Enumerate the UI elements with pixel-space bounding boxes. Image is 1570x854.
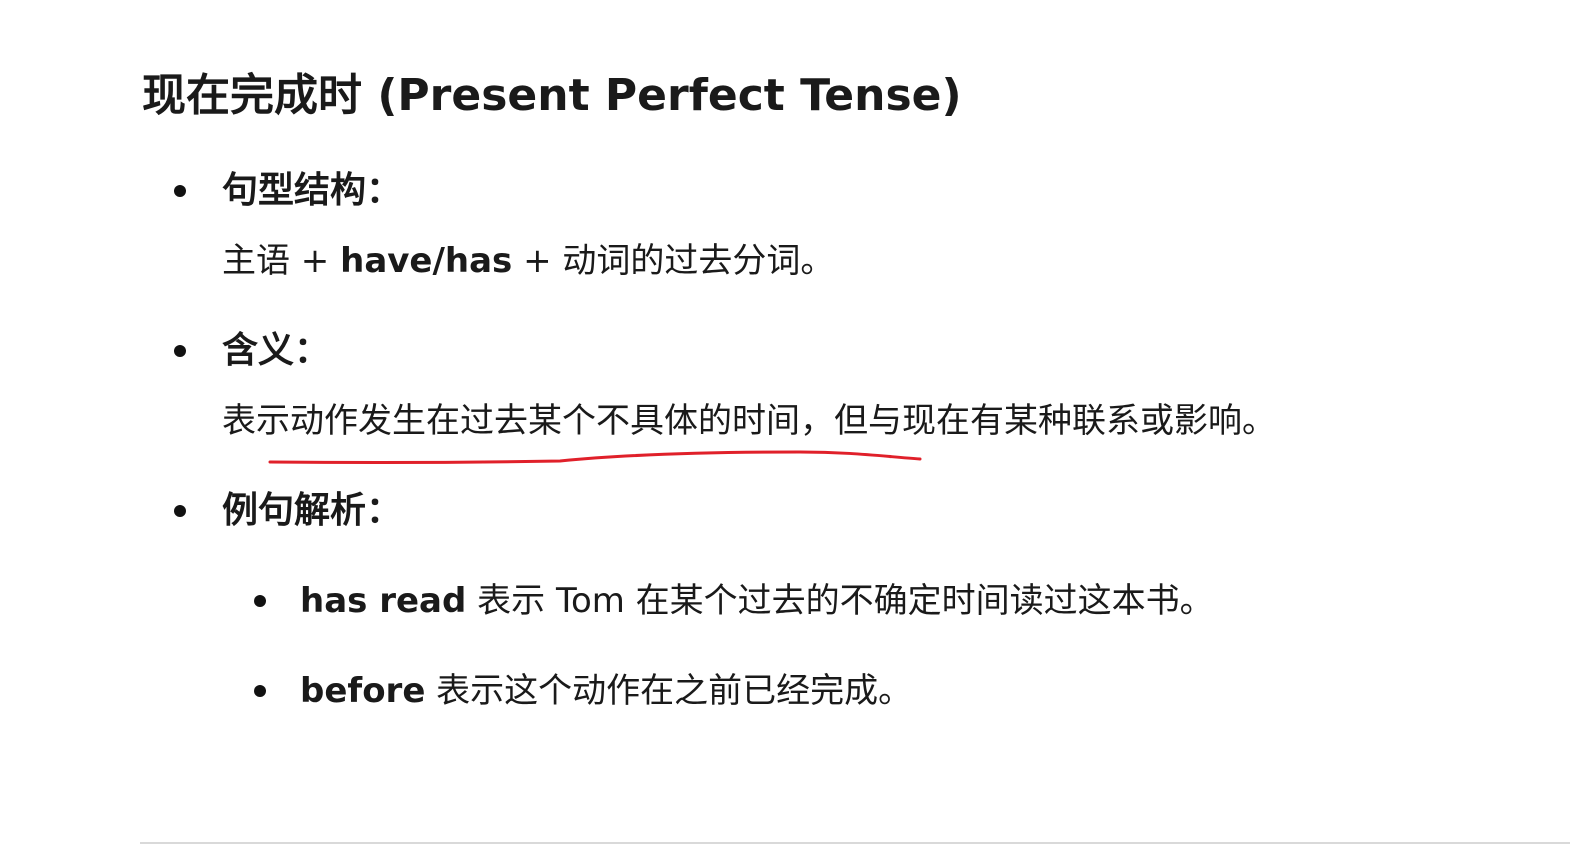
formula-bold-auxiliary: have/has xyxy=(340,241,513,281)
meaning-text: 表示动作发生在过去某个不具体的时间，但与现在有某种联系或影响。 xyxy=(222,401,1276,441)
page-title: 现在完成时 (Present Perfect Tense) xyxy=(142,70,962,121)
section-divider xyxy=(140,842,1570,844)
underline-stroke-path xyxy=(268,450,922,464)
red-handdrawn-underline xyxy=(268,450,922,464)
bullet-dot xyxy=(174,185,186,197)
example-explanation: 表示 Tom 在某个过去的不确定时间读过这本书。 xyxy=(466,581,1214,621)
section-label-examples: 例句解析： xyxy=(222,490,403,531)
sub-bullet-dot xyxy=(254,685,266,697)
example-item: has read 表示 Tom 在某个过去的不确定时间读过这本书。 xyxy=(300,576,1214,626)
example-item: before 表示这个动作在之前已经完成。 xyxy=(300,666,912,716)
example-explanation: 表示这个动作在之前已经完成。 xyxy=(425,671,913,711)
bullet-dot xyxy=(174,345,186,357)
structure-formula: 主语 + have/has + 动词的过去分词。 xyxy=(222,236,834,286)
bullet-dot xyxy=(174,505,186,517)
sub-bullet-dot xyxy=(254,595,266,607)
formula-prefix: 主语 + xyxy=(222,241,341,281)
section-label-structure: 句型结构： xyxy=(222,170,403,211)
section-label-meaning: 含义： xyxy=(222,330,331,371)
example-keyword: before xyxy=(300,671,426,711)
formula-suffix: + 动词的过去分词。 xyxy=(512,241,835,281)
example-keyword: has read xyxy=(300,581,467,621)
